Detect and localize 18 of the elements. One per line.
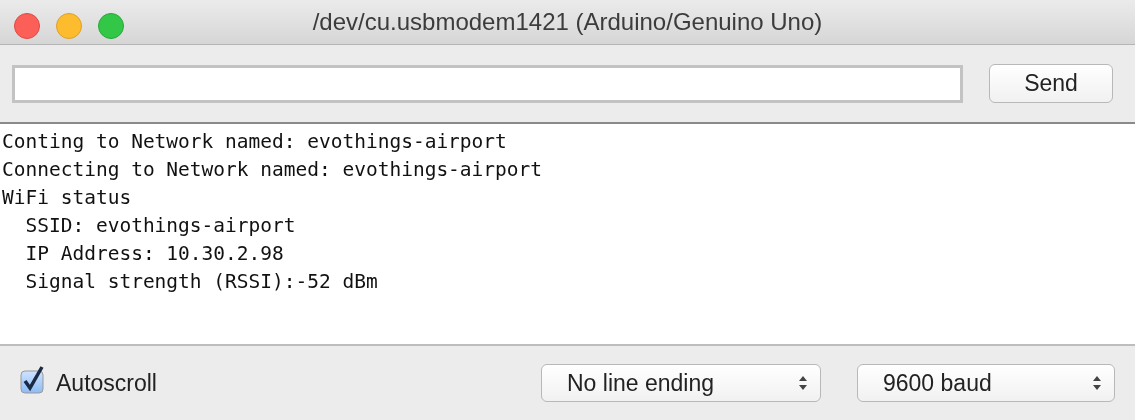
checkbox-label: Autoscroll [56,369,157,397]
send-button[interactable]: Send [989,64,1113,103]
output-line: SSID: evothings-airport [24,213,296,239]
minimize-button[interactable] [56,13,82,39]
output-line: Connecting to Network named: evothings-airport [2,157,543,183]
close-button[interactable] [14,13,40,39]
stepper-icon [1092,375,1102,391]
output-line: IP Address: 10.30.2.98 [24,241,284,267]
output-line: WiFi status [2,185,132,211]
checkbox[interactable] [20,365,46,395]
window-title: /dev/cu.usbmodem1421 (Arduino/Genuino Uno) [312,8,823,36]
input-field[interactable] [12,64,963,103]
line-ending-dropdown[interactable]: No line ending [541,364,821,402]
baud-rate-dropdown[interactable]: 9600 baud [857,364,1115,402]
output-line: Conting to Network named: evothings-airport [2,129,507,155]
zoom-button[interactable] [98,13,124,39]
stepper-icon [798,375,808,391]
output-line: Signal strength (RSSI):-52 dBm [24,269,378,295]
